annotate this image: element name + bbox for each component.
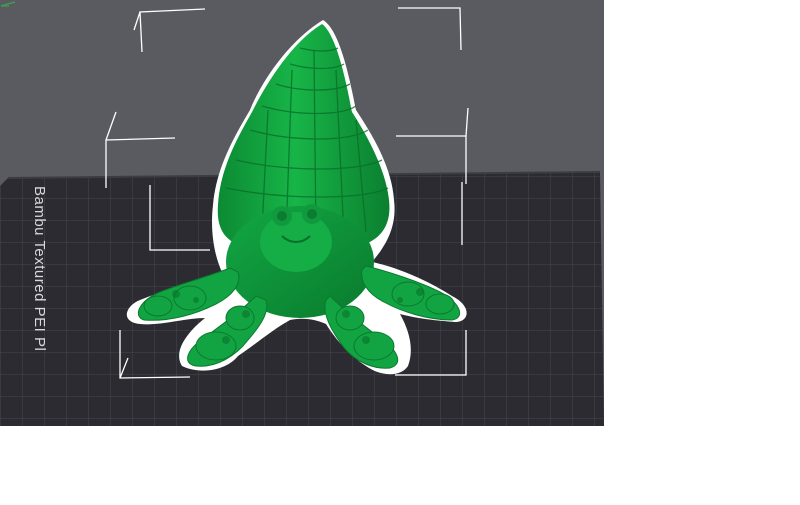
build-plate-label: Bambu Textured PEI Pl bbox=[31, 186, 48, 352]
scene-svg bbox=[0, 7, 604, 426]
axis-indicator-icon bbox=[0, 1, 16, 7]
3d-viewport[interactable]: Bambu Textured PEI Pl bbox=[0, 0, 604, 426]
screenshot-page: Bambu Textured PEI Pl bbox=[0, 0, 800, 505]
